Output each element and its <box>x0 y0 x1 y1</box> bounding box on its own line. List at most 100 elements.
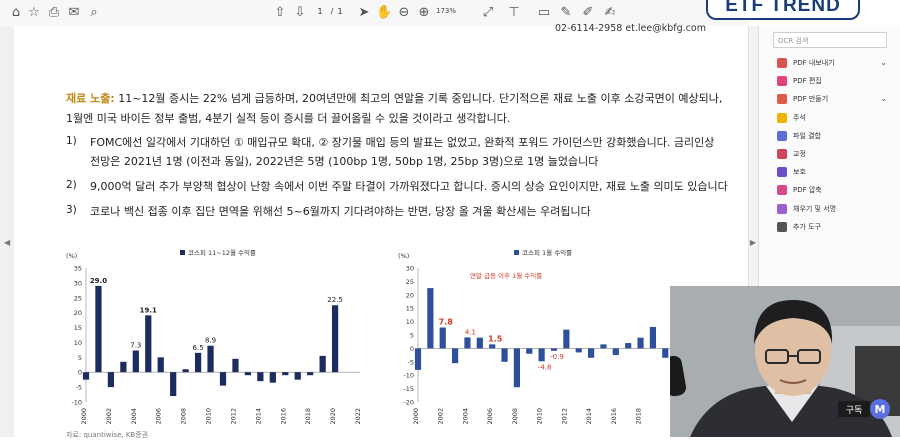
tool-item-7[interactable]: PDF 압축 <box>777 181 895 199</box>
bar <box>464 337 471 349</box>
tool-item-4[interactable]: 파일 결합 <box>777 127 895 145</box>
data-label: -0.9 <box>550 353 564 361</box>
stamp-icon[interactable]: ⊤ <box>506 5 522 21</box>
highlight-label: 재료 노출: <box>66 92 115 105</box>
tool-label: 파일 결합 <box>793 131 821 140</box>
x-tick-label: 2006 <box>486 408 494 425</box>
sign-icon[interactable]: ✍ <box>602 5 618 21</box>
tool-item-1[interactable]: PDF 편집 <box>777 72 895 90</box>
print-icon[interactable]: ⎙ <box>46 5 62 21</box>
bar <box>132 350 139 373</box>
bar <box>232 358 239 373</box>
data-label: 7.8 <box>439 317 454 326</box>
tool-item-6[interactable]: 보호 <box>777 163 895 181</box>
y-tick-label: -5 <box>408 358 414 366</box>
subscribe-badge[interactable]: 구독 M <box>838 398 898 420</box>
tool-label: PDF 압축 <box>793 186 822 195</box>
chart-annotation: 연말 급등 이후 1월 수익률 <box>470 271 542 280</box>
tool-label: PDF 내보내기 <box>793 59 835 67</box>
search-icon[interactable]: ⌕ <box>86 5 102 21</box>
svg-text:구독: 구독 <box>846 405 863 416</box>
home-icon[interactable]: ⌂ <box>8 5 24 21</box>
bar <box>588 348 595 358</box>
tool-item-5[interactable]: 교정 <box>777 145 895 163</box>
source-note: 자료: quantiwise, KB증권 <box>66 431 149 439</box>
zoom-out-icon[interactable]: ⊖ <box>396 5 412 21</box>
bar <box>107 372 115 388</box>
y-tick-label: -15 <box>403 385 414 393</box>
tool-item-3[interactable]: 주석 <box>777 109 895 127</box>
data-label: 8.9 <box>205 337 216 345</box>
fit-page-icon[interactable]: ⤢ <box>480 5 496 21</box>
zoom-level[interactable]: 173% <box>436 7 456 15</box>
tool-label: 추가 도구 <box>793 222 821 231</box>
zoom-in-icon[interactable]: ⊕ <box>416 5 432 21</box>
x-tick-label: 2000 <box>80 408 88 425</box>
bar <box>526 348 533 354</box>
bar <box>157 357 164 373</box>
paragraph-line-1: 재료 노출: 11~12월 증시는 22% 넘게 급등하며, 20여년만에 최고… <box>66 90 722 106</box>
y-tick-label: 35 <box>74 265 82 273</box>
tool-item-9[interactable]: 추가 도구 <box>777 218 895 236</box>
bar <box>269 372 276 383</box>
bar <box>538 348 545 362</box>
x-tick-label: 2010 <box>536 408 544 425</box>
x-tick-label: 2018 <box>304 408 312 425</box>
star-icon[interactable]: ☆ <box>26 5 42 21</box>
chevron-down-icon[interactable]: ⌄ <box>880 54 887 72</box>
bar <box>282 372 289 376</box>
bar <box>637 337 644 349</box>
paragraph-text-1: 11~12월 증시는 22% 넘게 급등하며, 20여년만에 최고의 연말을 기… <box>114 92 723 105</box>
collapse-right-icon[interactable]: ▶ <box>748 238 758 247</box>
y-axis-unit: (%) <box>398 252 409 260</box>
cursor-icon[interactable]: ➤ <box>356 5 372 21</box>
y-axis-unit: (%) <box>66 252 77 260</box>
x-tick-label: 2016 <box>279 408 287 425</box>
page-current[interactable]: 1 <box>314 6 326 18</box>
bar <box>439 327 446 349</box>
hand-icon[interactable]: ✋ <box>376 5 392 21</box>
page-down-icon[interactable]: ⇩ <box>292 5 308 21</box>
data-label: 29.0 <box>90 277 107 285</box>
data-label: 4.1 <box>465 328 476 336</box>
tool-icon <box>777 130 787 141</box>
tool-icon <box>777 76 787 87</box>
highlight-icon[interactable]: ✐ <box>580 5 596 21</box>
bar <box>452 348 459 364</box>
x-tick-label: 2006 <box>155 408 163 425</box>
chevron-down-icon[interactable]: ⌄ <box>880 90 887 108</box>
bar <box>207 345 214 373</box>
ocr-search-input[interactable]: OCR 검색 <box>773 32 887 48</box>
item-1-line-1: FOMC에선 일각에서 기대하던 ① 매입규모 확대, ② 장기물 매입 등의 … <box>90 136 715 149</box>
bar <box>563 329 570 349</box>
collapse-left-icon[interactable]: ◀ <box>4 238 10 247</box>
y-tick-label: 20 <box>406 291 414 299</box>
y-tick-label: 15 <box>406 305 414 313</box>
tool-label: 주석 <box>793 113 806 122</box>
tool-item-2[interactable]: PDF 만들기 ⌄ <box>777 90 895 108</box>
svg-text:M: M <box>875 403 886 416</box>
tool-icon <box>777 149 787 159</box>
x-tick-label: 2002 <box>105 408 113 425</box>
tool-icon <box>777 185 787 196</box>
tool-label: PDF 편집 <box>793 77 822 86</box>
x-tick-label: 2012 <box>560 408 568 425</box>
y-tick-label: 10 <box>74 339 82 347</box>
tool-label: 채우기 및 서명 <box>793 204 837 213</box>
y-tick-label: 5 <box>410 332 414 340</box>
bar <box>427 288 434 349</box>
tool-item-8[interactable]: 채우기 및 서명 <box>777 200 895 218</box>
pen-icon[interactable]: ✎ <box>558 5 574 21</box>
y-tick-label: 0 <box>410 345 414 353</box>
data-label: 22.5 <box>327 296 343 304</box>
x-tick-label: 2014 <box>254 408 262 425</box>
tool-item-0[interactable]: PDF 내보내기 ⌄ <box>777 54 895 72</box>
mail-icon[interactable]: ✉ <box>66 5 82 21</box>
x-tick-label: 2004 <box>130 408 138 425</box>
tool-label: PDF 만들기 <box>793 95 829 104</box>
x-tick-label: 2016 <box>610 408 618 425</box>
contact-info: 02-6114-2958 et.lee@kbfg.com <box>555 23 706 34</box>
comment-icon[interactable]: ▭ <box>536 5 552 21</box>
y-tick-label: 0 <box>78 369 82 377</box>
page-up-icon[interactable]: ⇧ <box>272 5 288 21</box>
